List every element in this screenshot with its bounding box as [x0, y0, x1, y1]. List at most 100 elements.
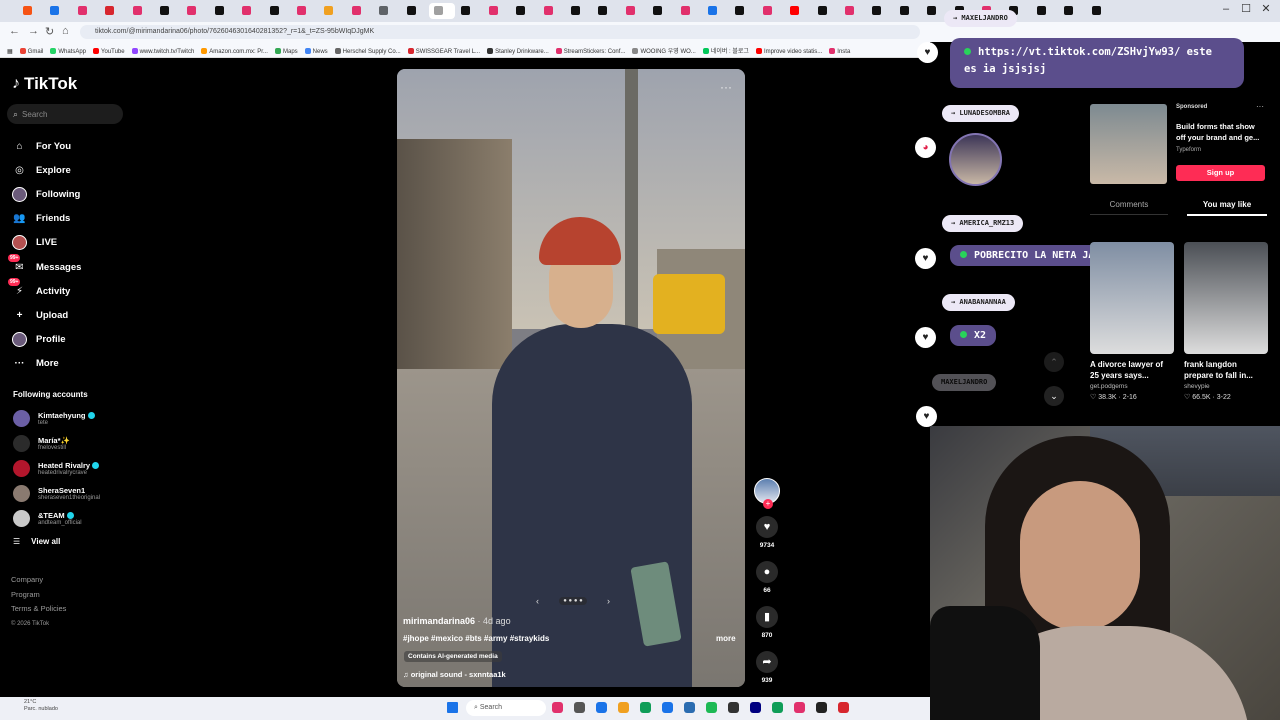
follow-plus-icon[interactable]: +	[763, 499, 773, 509]
browser-tab[interactable]	[1059, 3, 1085, 19]
signup-button[interactable]: Sign up	[1176, 165, 1265, 181]
browser-tab[interactable]	[182, 3, 208, 19]
bookmark-item[interactable]: StreamStickers: Conf...	[555, 48, 625, 55]
bookmark-item[interactable]: Maps	[274, 48, 298, 55]
share-icon[interactable]: ➦	[756, 651, 778, 673]
weather-widget[interactable]: 21°C Parc. nublado	[24, 699, 58, 713]
next-video-button[interactable]: ⌄	[1044, 386, 1064, 406]
avatar[interactable]	[13, 435, 30, 452]
share-action[interactable]: ➦ 939	[752, 651, 782, 684]
window-controls[interactable]: – ☐ ✕	[1216, 2, 1276, 15]
bookmark-item[interactable]: SWISSGEAR Travel L...	[407, 48, 480, 55]
sidebar-item-profile[interactable]: Profile	[0, 328, 170, 352]
sidebar-item-following[interactable]: Following	[0, 182, 170, 206]
tiktok-logo[interactable]: ♪ TikTok	[12, 74, 77, 94]
bookmark-icon[interactable]: ▮	[756, 606, 778, 628]
tab-you-may-like[interactable]: You may like	[1187, 200, 1267, 216]
comment-action[interactable]: ● 66	[752, 561, 782, 594]
video-sound[interactable]: ♫ original sound - sxnntaa1k	[403, 670, 506, 679]
bookmark-item[interactable]: Improve video statis...	[755, 48, 822, 55]
tab-comments[interactable]: Comments	[1090, 200, 1168, 215]
ad-menu-icon[interactable]: ···	[1256, 102, 1264, 111]
browser-tab[interactable]	[895, 3, 921, 19]
browser-tab[interactable]	[648, 3, 674, 19]
video-title[interactable]: A divorce lawyer of 25 years says...	[1090, 359, 1168, 381]
taskbar-app-icon[interactable]	[706, 702, 717, 713]
browser-tab[interactable]	[676, 3, 702, 19]
following-account[interactable]: &TEAM andteam_official	[13, 506, 163, 531]
browser-tab[interactable]	[292, 3, 318, 19]
close-icon[interactable]: ✕	[1256, 2, 1276, 15]
browser-tab[interactable]	[73, 3, 99, 19]
taskbar-app-icon[interactable]	[728, 702, 739, 713]
ad-text[interactable]: Build forms that show off your brand and…	[1176, 121, 1266, 143]
reload-icon[interactable]: ↻	[45, 25, 54, 38]
apps-icon[interactable]: ▦	[7, 48, 13, 55]
browser-tab[interactable]	[703, 3, 729, 19]
taskbar-app-icon[interactable]	[794, 702, 805, 713]
url-field[interactable]: tiktok.com/@mirimandarina06/photo/762604…	[80, 25, 920, 39]
browser-tab[interactable]	[374, 3, 400, 19]
sidebar-item-upload[interactable]: + Upload	[0, 303, 170, 327]
browser-tab[interactable]	[265, 3, 291, 19]
avatar[interactable]	[13, 485, 30, 502]
bookmark-item[interactable]: Insta	[829, 48, 850, 55]
browser-tab[interactable]	[100, 3, 126, 19]
taskbar-app-icon[interactable]	[816, 702, 827, 713]
taskbar-app-icon[interactable]	[574, 702, 585, 713]
sidebar-item-more[interactable]: ··· More	[0, 352, 170, 376]
browser-tab[interactable]	[566, 3, 592, 19]
bookmark-item[interactable]: News	[304, 48, 328, 55]
taskbar-app-icon[interactable]	[662, 702, 673, 713]
following-account[interactable]: Kimtaehyung tete	[13, 406, 163, 431]
bookmark-item[interactable]: YouTube	[93, 48, 125, 55]
video-user[interactable]: get.podgems	[1090, 383, 1174, 390]
bookmark-item[interactable]: Herschel Supply Co...	[334, 48, 401, 55]
avatar[interactable]	[13, 460, 30, 477]
video-author[interactable]: mirimandarina06 · 4d ago	[403, 616, 511, 626]
browser-tab[interactable]	[128, 3, 154, 19]
browser-tab[interactable]	[730, 3, 756, 19]
save-action[interactable]: ▮ 870	[752, 606, 782, 639]
creator-avatar[interactable]: +	[754, 478, 780, 509]
browser-tab[interactable]	[210, 3, 236, 19]
following-account[interactable]: Heated Rivalry heatedrivalrycrave	[13, 456, 163, 481]
taskbar-app-icon[interactable]	[618, 702, 629, 713]
author-name[interactable]: mirimandarina06	[403, 616, 475, 626]
browser-tab[interactable]	[1087, 3, 1113, 19]
carousel-next-button[interactable]: ›	[607, 596, 610, 606]
sidebar-item-activity[interactable]: ⚡ 99+ Activity	[0, 277, 170, 303]
browser-tab[interactable]	[785, 3, 811, 19]
taskbar-app-icon[interactable]	[750, 702, 761, 713]
browser-tab[interactable]	[621, 3, 647, 19]
footer-link[interactable]: Company	[11, 573, 66, 588]
video-thumbnail[interactable]	[1184, 242, 1268, 354]
recommended-video[interactable]: frank langdon prepare to fall in... shevy…	[1184, 242, 1268, 401]
forward-icon[interactable]: →	[28, 25, 39, 37]
browser-tab[interactable]	[840, 3, 866, 19]
maximize-icon[interactable]: ☐	[1236, 2, 1256, 15]
following-account[interactable]: SheraSeven1 sheraseven1theoriginal	[13, 481, 163, 506]
sidebar-item-messages[interactable]: ✉ 99+ Messages	[0, 253, 170, 279]
video-menu-icon[interactable]: ···	[720, 80, 732, 94]
browser-tab[interactable]	[758, 3, 784, 19]
recommended-video[interactable]: A divorce lawyer of 25 years says... get.…	[1090, 242, 1174, 401]
browser-tab[interactable]	[237, 3, 263, 19]
heart-icon[interactable]: ♥	[756, 516, 778, 538]
video-user[interactable]: shevypie	[1184, 383, 1268, 390]
previous-video-button[interactable]: ⌃	[1044, 352, 1064, 372]
more-button[interactable]: more	[716, 634, 736, 643]
browser-tab[interactable]	[539, 3, 565, 19]
taskbar-app-icon[interactable]	[838, 702, 849, 713]
browser-tab[interactable]	[319, 3, 345, 19]
sidebar-item-explore[interactable]: ◎ Explore	[0, 158, 170, 182]
video-player[interactable]	[397, 69, 745, 687]
footer-link[interactable]: Terms & Policies	[11, 602, 66, 617]
ad-thumbnail[interactable]	[1090, 104, 1167, 184]
browser-tab[interactable]	[813, 3, 839, 19]
minimize-icon[interactable]: –	[1216, 3, 1236, 15]
browser-tab[interactable]	[18, 3, 44, 19]
back-icon[interactable]: ←	[9, 25, 20, 37]
browser-tab[interactable]	[456, 3, 482, 19]
footer-link[interactable]: Program	[11, 588, 66, 603]
